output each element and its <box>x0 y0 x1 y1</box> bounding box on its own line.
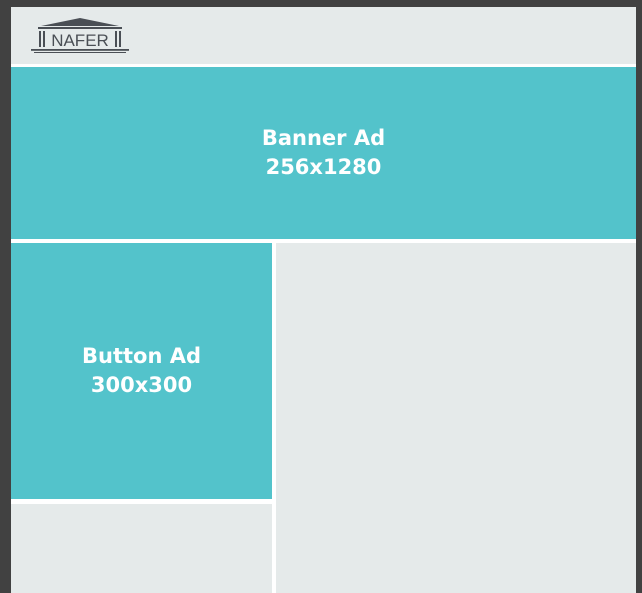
header: NAFER <box>11 7 636 64</box>
banner-ad-title: Banner Ad <box>261 126 386 150</box>
nafer-logo-graphic: NAFER <box>31 18 129 53</box>
content-panel <box>276 243 636 593</box>
logo-text: NAFER <box>51 31 109 50</box>
button-ad-title: Button Ad <box>81 344 201 368</box>
nafer-logo[interactable]: NAFER <box>31 17 129 55</box>
bottom-left-panel <box>11 504 272 593</box>
page-frame: NAFER Banner Ad 256x1280 Button Ad 300x3… <box>11 7 636 593</box>
banner-ad-size: 256x1280 <box>265 155 382 179</box>
button-ad[interactable]: Button Ad 300x300 <box>11 243 272 499</box>
button-ad-size: 300x300 <box>90 373 193 397</box>
banner-ad[interactable]: Banner Ad 256x1280 <box>11 67 636 239</box>
